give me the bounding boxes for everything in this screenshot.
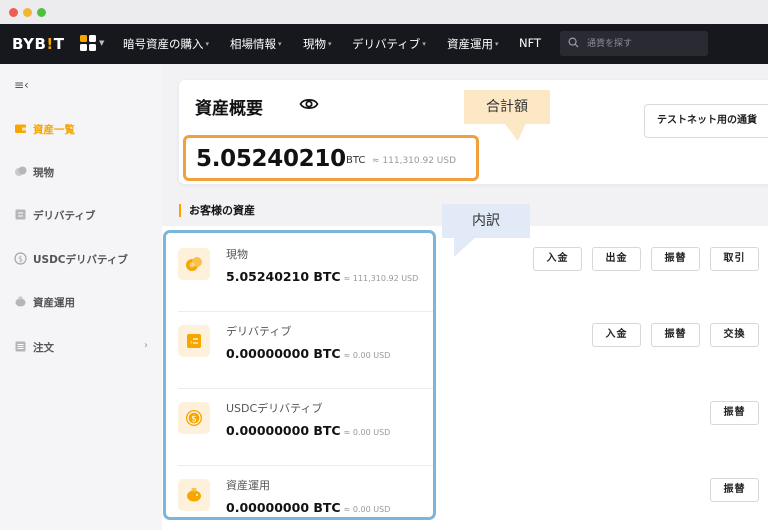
- section-title: お客様の資産: [179, 204, 255, 217]
- close-window-button[interactable]: [9, 8, 18, 17]
- sidebar-item-orders[interactable]: 注文 ›: [0, 332, 162, 362]
- top-navigation: BYB!T ▼ 暗号資産の購入 ▾ 相場情報 ▾ 現物 ▾ デリバティブ ▾ 資産運用 ▾…: [0, 24, 768, 64]
- window-titlebar: [0, 0, 768, 24]
- search-box[interactable]: [560, 31, 708, 56]
- maximize-window-button[interactable]: [37, 8, 46, 17]
- sidebar-item-label: 資産一覧: [33, 124, 75, 136]
- sidebar-item-label: デリバティブ: [33, 210, 96, 222]
- testnet-coins-button[interactable]: テストネット用の通貨: [644, 104, 768, 138]
- usdc-coin-icon: $: [14, 252, 27, 265]
- sidebar: ≡‹ 資産一覧 現物 デリバティブ $ USDCデリバティブ 資産運用 注文 ›: [0, 64, 162, 530]
- coins-icon: [15, 166, 27, 176]
- total-balance-highlight: 5.05240210 BTC ≈ 111,310.92 USD: [183, 135, 479, 181]
- main-content: 資産概要 5.05240210 BTC ≈ 111,310.92 USD テスト…: [162, 64, 768, 530]
- nav-spot[interactable]: 現物 ▾: [303, 36, 332, 52]
- wallet-icon: [15, 124, 26, 133]
- sidebar-item-usdc-derivatives[interactable]: $ USDCデリバティブ: [0, 244, 162, 274]
- total-balance-value: 5.05240210: [196, 146, 346, 172]
- eye-icon[interactable]: [299, 96, 319, 112]
- nav-derivatives[interactable]: デリバティブ ▾: [352, 36, 426, 52]
- callout-breakdown-label: 内訳: [442, 204, 530, 238]
- search-icon: [568, 37, 579, 48]
- chart-doc-icon: [15, 209, 26, 220]
- order-list-icon: [15, 341, 26, 352]
- piggy-bank-icon: [15, 296, 26, 307]
- earn-transfer-button[interactable]: 振替: [710, 478, 759, 502]
- sidebar-item-label: 現物: [33, 167, 54, 179]
- total-balance-unit: BTC: [346, 155, 366, 166]
- sidebar-item-label: 資産運用: [33, 297, 75, 309]
- derivatives-deposit-button[interactable]: 入金: [592, 323, 641, 347]
- breakdown-highlight: [163, 230, 436, 520]
- derivatives-transfer-button[interactable]: 振替: [651, 323, 700, 347]
- spot-deposit-button[interactable]: 入金: [533, 247, 582, 271]
- sidebar-item-spot[interactable]: 現物: [0, 157, 162, 187]
- spot-withdraw-button[interactable]: 出金: [592, 247, 641, 271]
- callout-total-label: 合計額: [464, 90, 550, 124]
- sidebar-item-label: 注文: [33, 342, 54, 354]
- collapse-sidebar-icon[interactable]: ≡‹: [14, 78, 29, 92]
- callout-breakdown-pointer: [454, 237, 476, 257]
- usdc-transfer-button[interactable]: 振替: [710, 401, 759, 425]
- sidebar-item-derivatives[interactable]: デリバティブ: [0, 200, 162, 230]
- nav-buy-crypto[interactable]: 暗号資産の購入 ▾: [123, 36, 209, 52]
- chevron-down-icon: ▼: [99, 39, 105, 47]
- svg-text:$: $: [18, 254, 23, 263]
- spot-transfer-button[interactable]: 振替: [651, 247, 700, 271]
- derivatives-exchange-button[interactable]: 交換: [710, 323, 759, 347]
- sidebar-item-label: USDCデリバティブ: [33, 254, 128, 266]
- nav-markets[interactable]: 相場情報 ▾: [230, 36, 282, 52]
- nav-nft[interactable]: NFT: [519, 36, 541, 50]
- bybit-logo[interactable]: BYB!T: [12, 35, 65, 53]
- search-input[interactable]: [587, 36, 702, 51]
- page-title: 資産概要: [195, 99, 263, 119]
- sidebar-item-assets-overview[interactable]: 資産一覧: [0, 114, 162, 144]
- chevron-right-icon: ›: [144, 340, 148, 351]
- app-grid-icon[interactable]: [80, 35, 96, 51]
- total-balance-usd: ≈ 111,310.92 USD: [372, 156, 457, 166]
- sidebar-item-earn[interactable]: 資産運用: [0, 287, 162, 317]
- nav-earn[interactable]: 資産運用 ▾: [447, 36, 499, 52]
- spot-trade-button[interactable]: 取引: [710, 247, 759, 271]
- minimize-window-button[interactable]: [23, 8, 32, 17]
